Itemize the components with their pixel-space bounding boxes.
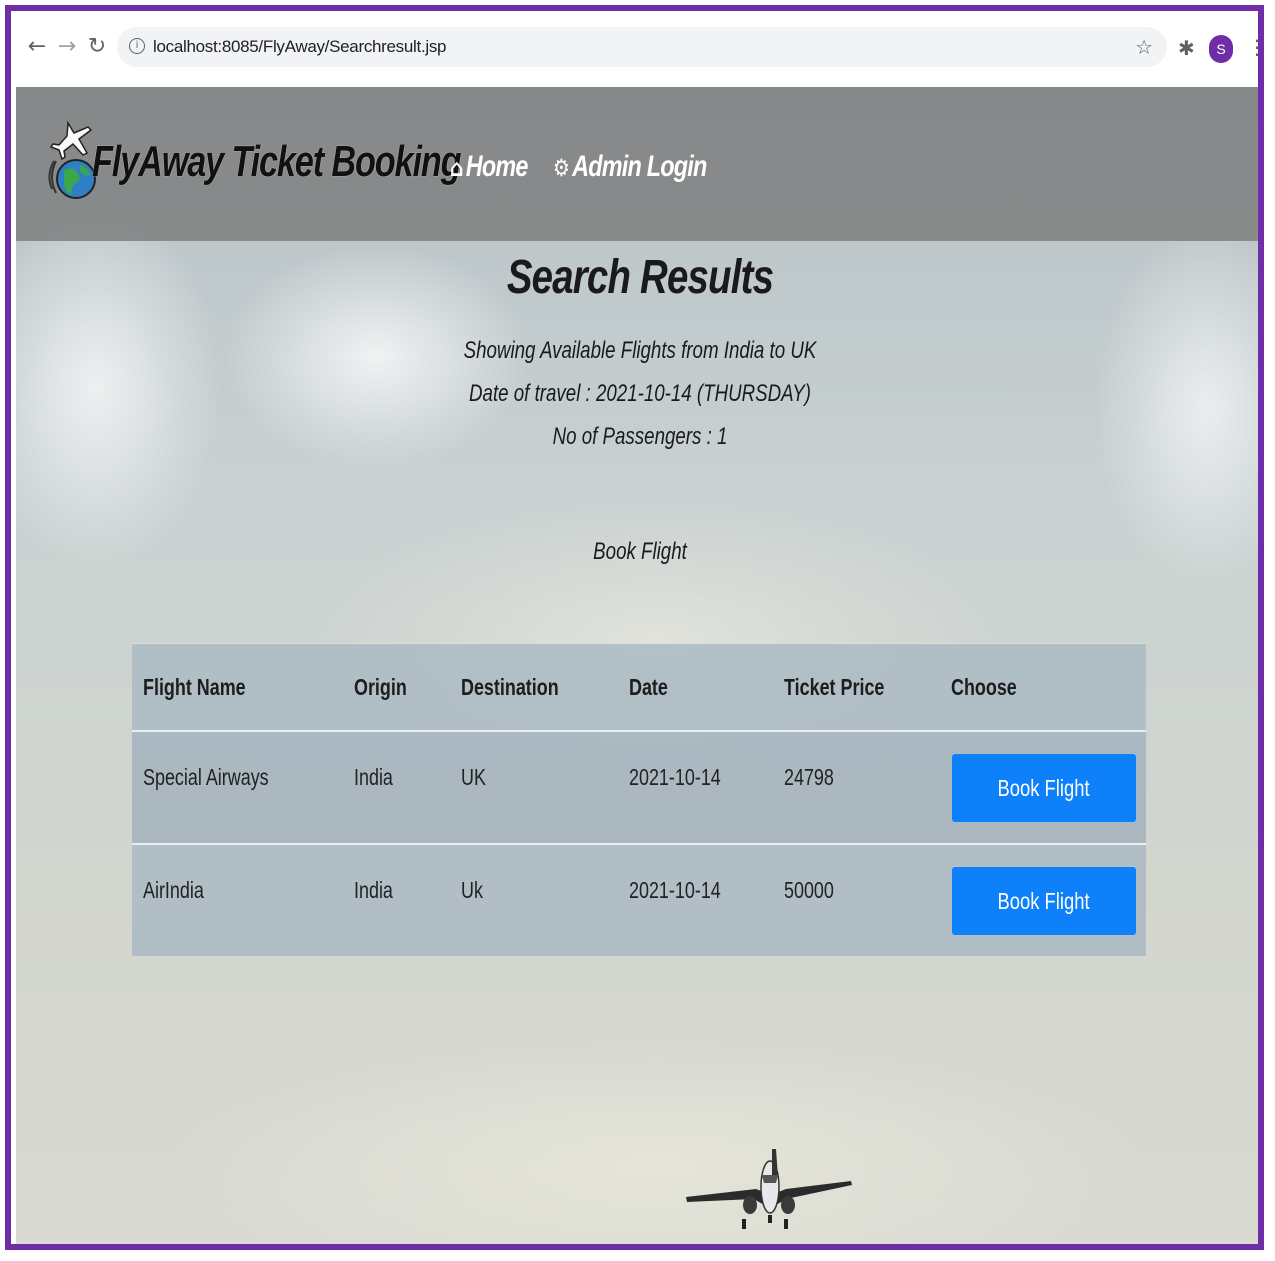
address-bar[interactable]: i localhost:8085/FlyAway/Searchresult.js…	[117, 27, 1167, 67]
forward-icon[interactable]: →	[55, 35, 79, 59]
origin-cell: India	[354, 877, 393, 903]
screenshot-frame: ← → ↻ i localhost:8085/FlyAway/Searchres…	[5, 5, 1264, 1250]
book-flight-button[interactable]: Book Flight	[952, 867, 1136, 935]
browser-toolbar: ← → ↻ i localhost:8085/FlyAway/Searchres…	[11, 11, 1258, 87]
profile-avatar[interactable]: S	[1209, 35, 1233, 63]
nav-admin-label: Admin Login	[572, 150, 707, 183]
header-date: Date	[629, 674, 668, 700]
page-title: Search Results	[506, 251, 774, 304]
travel-date-info: Date of travel : 2021-10-14 (THURSDAY)	[469, 380, 811, 407]
header-flight-name: Flight Name	[143, 674, 246, 700]
origin-cell: India	[354, 764, 393, 790]
book-flight-button[interactable]: Book Flight	[952, 754, 1136, 822]
destination-cell: Uk	[461, 877, 483, 903]
book-flight-heading: Book Flight	[593, 538, 687, 565]
menu-icon[interactable]: ⋮	[1247, 35, 1258, 59]
header-origin: Origin	[354, 674, 407, 700]
gear-icon: ⚙	[553, 154, 570, 182]
route-info: Showing Available Flights from India to …	[463, 337, 817, 364]
flight-name-cell: Special Airways	[143, 764, 269, 790]
page-content: FlyAway Ticket Booking ⌂ Home ⚙ Admin Logi…	[16, 87, 1258, 1244]
table-row: Special Airways India UK 2021-10-14 2479…	[132, 730, 1146, 845]
star-icon[interactable]: ☆	[1135, 35, 1153, 59]
nav-home-link[interactable]: ⌂ Home	[450, 150, 528, 184]
nav-admin-login-link[interactable]: ⚙ Admin Login	[553, 150, 707, 184]
date-cell: 2021-10-14	[629, 764, 721, 790]
flight-name-cell: AirIndia	[143, 877, 204, 903]
reload-icon[interactable]: ↻	[85, 35, 109, 59]
background-airplane-image	[686, 1149, 852, 1229]
site-brand[interactable]: FlyAway Ticket Booking	[92, 137, 462, 187]
table-row: AirIndia India Uk 2021-10-14 50000 Book …	[132, 843, 1146, 958]
url-text: localhost:8085/FlyAway/Searchresult.jsp	[153, 37, 447, 56]
price-cell: 24798	[784, 764, 834, 790]
home-icon: ⌂	[450, 154, 463, 182]
header-destination: Destination	[461, 674, 559, 700]
book-flight-button-label: Book Flight	[997, 887, 1091, 914]
header-ticket-price: Ticket Price	[784, 674, 885, 700]
nav-home-label: Home	[465, 150, 529, 183]
price-cell: 50000	[784, 877, 834, 903]
destination-cell: UK	[461, 764, 486, 790]
site-navbar: FlyAway Ticket Booking ⌂ Home ⚙ Admin Logi…	[16, 87, 1258, 241]
date-cell: 2021-10-14	[629, 877, 721, 903]
passengers-info: No of Passengers : 1	[552, 423, 728, 450]
header-choose: Choose	[951, 674, 1017, 700]
flights-table: Flight Name Origin Destination Date Tick…	[132, 643, 1146, 956]
table-header-row: Flight Name Origin Destination Date Tick…	[132, 643, 1146, 731]
back-icon[interactable]: ←	[25, 35, 49, 59]
plane-globe-logo-icon	[48, 120, 96, 199]
extensions-icon[interactable]: ✱	[1178, 36, 1195, 60]
book-flight-button-label: Book Flight	[997, 774, 1091, 801]
info-icon[interactable]: i	[129, 38, 145, 54]
